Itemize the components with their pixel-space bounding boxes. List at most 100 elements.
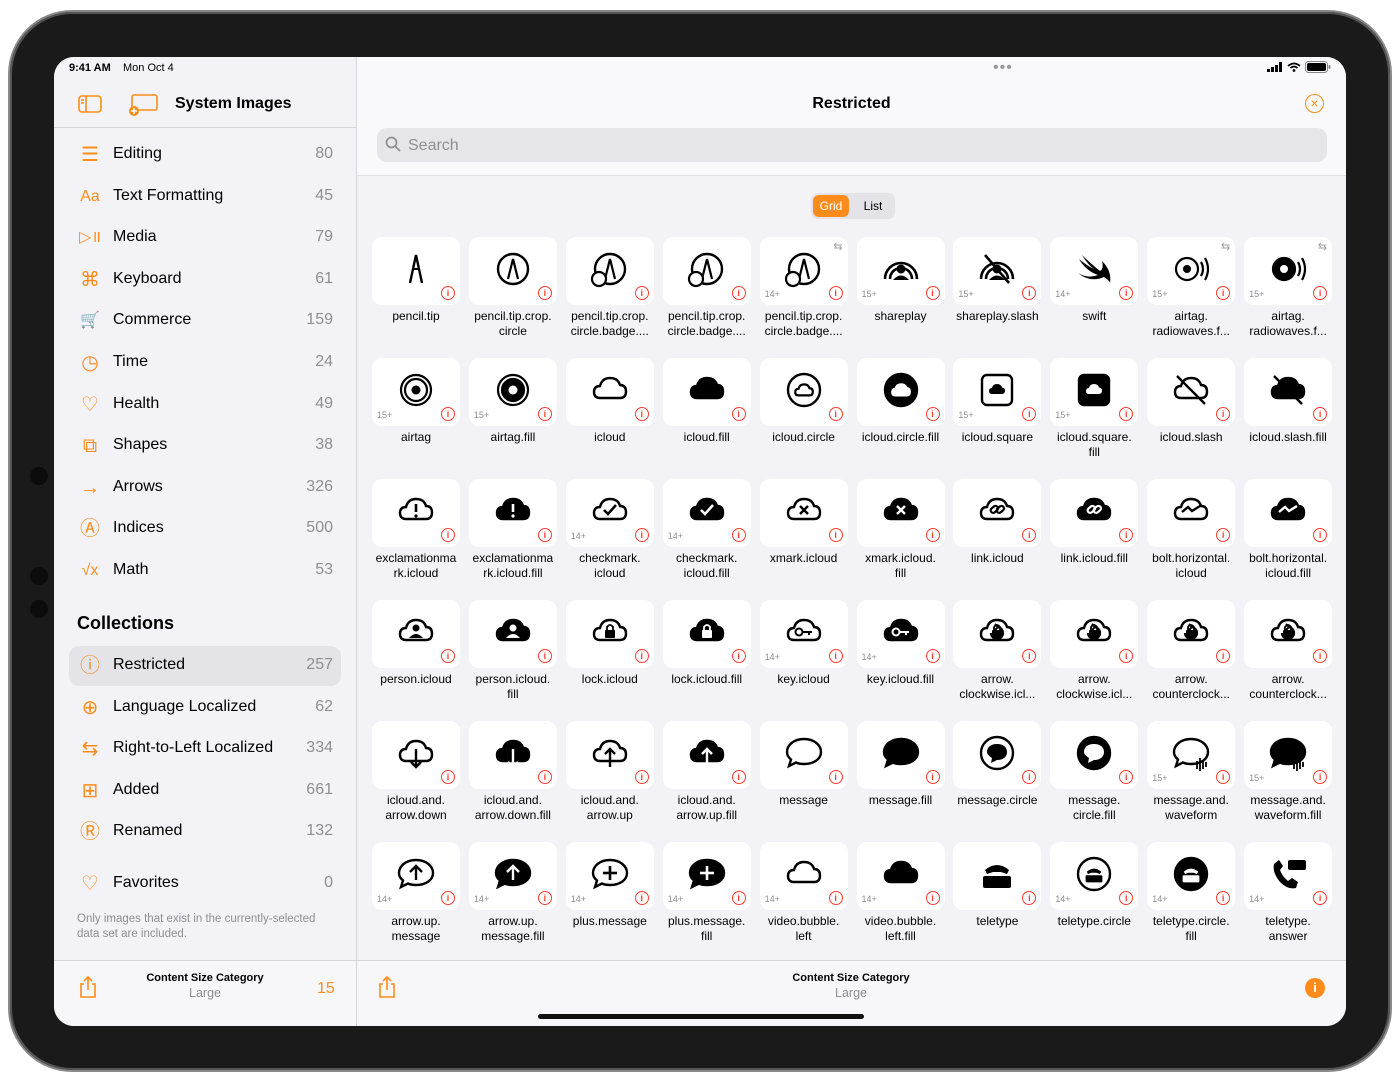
sidebar-item-text-formatting[interactable]: Aa Text Formatting 45 bbox=[69, 177, 341, 217]
restricted-info-icon[interactable]: i bbox=[1216, 407, 1231, 421]
symbol-card[interactable]: 14+ i bbox=[1244, 842, 1333, 910]
symbol-card[interactable]: 14+ i bbox=[565, 842, 654, 910]
symbol-tile[interactable]: 14+ ⇆ i pencil.tip.crop. circle.badge.... bbox=[759, 237, 850, 352]
symbol-tile[interactable]: i person.icloud bbox=[372, 600, 462, 715]
restricted-info-icon[interactable]: i bbox=[925, 407, 940, 421]
symbol-tile[interactable]: i arrow. clockwise.icl... bbox=[953, 600, 1043, 715]
symbol-card[interactable]: i bbox=[662, 237, 751, 305]
sidebar-item-math[interactable]: √x Math 53 bbox=[69, 551, 341, 591]
symbol-tile[interactable]: i message bbox=[759, 721, 850, 836]
symbol-tile[interactable]: i xmark.icloud. fill bbox=[856, 479, 947, 594]
symbol-tile[interactable]: 14+ i teletype. answer bbox=[1244, 842, 1334, 957]
symbol-tile[interactable]: 14+ i video.bubble. left bbox=[759, 842, 850, 957]
symbol-card[interactable]: 14+ ⇆ i bbox=[759, 237, 848, 305]
symbol-tile[interactable]: i message.circle bbox=[953, 721, 1043, 836]
symbol-card[interactable]: i bbox=[759, 358, 848, 426]
symbol-card[interactable]: i bbox=[1147, 358, 1236, 426]
symbol-tile[interactable]: 14+ i swift bbox=[1050, 237, 1140, 352]
symbol-card[interactable]: i bbox=[372, 600, 460, 668]
symbol-card[interactable]: 14+ i bbox=[662, 842, 751, 910]
symbol-card[interactable]: 15+ i bbox=[372, 358, 460, 426]
symbol-card[interactable]: i bbox=[953, 842, 1042, 910]
symbol-tile[interactable]: i pencil.tip.crop. circle bbox=[468, 237, 559, 352]
restricted-info-icon[interactable]: i bbox=[441, 649, 455, 663]
symbol-card[interactable]: i bbox=[468, 479, 557, 547]
restricted-info-icon[interactable]: i bbox=[925, 891, 940, 905]
sidebar-item-indices[interactable]: Ⓐ Indices 500 bbox=[69, 509, 341, 549]
restricted-info-icon[interactable]: i bbox=[828, 891, 843, 905]
symbol-card[interactable]: i bbox=[468, 600, 557, 668]
symbol-card[interactable]: i bbox=[856, 721, 945, 789]
symbol-tile[interactable]: i icloud.circle bbox=[759, 358, 850, 473]
restricted-info-icon[interactable]: i bbox=[1022, 528, 1037, 542]
symbol-card[interactable]: 15+ ⇆ i bbox=[1244, 237, 1333, 305]
symbol-tile[interactable]: 15+ i message.and. waveform bbox=[1147, 721, 1237, 836]
restricted-info-icon[interactable]: i bbox=[828, 528, 843, 542]
symbol-card[interactable]: i bbox=[1244, 358, 1333, 426]
symbol-card[interactable]: i bbox=[759, 479, 848, 547]
restricted-info-icon[interactable]: i bbox=[1313, 891, 1328, 905]
multitasking-dots-icon[interactable]: ••• bbox=[993, 60, 1013, 76]
restricted-info-icon[interactable]: i bbox=[1119, 891, 1134, 905]
restricted-info-icon[interactable]: i bbox=[731, 528, 746, 542]
restricted-info-icon[interactable]: i bbox=[828, 407, 843, 421]
symbol-tile[interactable]: i icloud bbox=[565, 358, 656, 473]
sidebar-item-right-to-left-localized[interactable]: ⇆ Right-to-Left Localized 334 bbox=[69, 729, 341, 769]
symbol-tile[interactable]: i person.icloud. fill bbox=[468, 600, 559, 715]
symbol-tile[interactable]: 14+ i key.icloud.fill bbox=[856, 600, 947, 715]
symbol-card[interactable]: 15+ i bbox=[953, 237, 1042, 305]
restricted-info-icon[interactable]: i bbox=[441, 407, 455, 421]
restricted-info-icon[interactable]: i bbox=[537, 286, 552, 300]
symbol-card[interactable]: i bbox=[856, 479, 945, 547]
restricted-info-icon[interactable]: i bbox=[731, 649, 746, 663]
restricted-info-icon[interactable]: i bbox=[1216, 528, 1231, 542]
symbol-card[interactable]: 15+ i bbox=[856, 237, 945, 305]
sidebar-item-shapes[interactable]: ⧉ Shapes 38 bbox=[69, 426, 341, 466]
symbol-tile[interactable]: i link.icloud bbox=[953, 479, 1043, 594]
symbol-card[interactable]: i bbox=[1244, 600, 1333, 668]
symbol-card[interactable]: i bbox=[565, 600, 654, 668]
restricted-info-icon[interactable]: i bbox=[1313, 770, 1328, 784]
symbol-tile[interactable]: i pencil.tip.crop. circle.badge.... bbox=[662, 237, 753, 352]
symbol-tile[interactable]: 15+ i airtag.fill bbox=[468, 358, 559, 473]
symbol-tile[interactable]: 15+ i airtag bbox=[372, 358, 462, 473]
symbol-tile[interactable]: i exclamationma rk.icloud bbox=[372, 479, 462, 594]
symbol-tile[interactable]: 14+ i video.bubble. left.fill bbox=[856, 842, 947, 957]
restricted-info-icon[interactable]: i bbox=[441, 528, 455, 542]
restricted-info-icon[interactable]: i bbox=[731, 407, 746, 421]
symbol-card[interactable]: i bbox=[1147, 479, 1236, 547]
symbol-card[interactable]: i bbox=[1050, 600, 1139, 668]
restricted-info-icon[interactable]: i bbox=[634, 649, 649, 663]
symbol-tile[interactable]: 14+ i arrow.up. message bbox=[372, 842, 462, 957]
view-mode-segmented-control[interactable]: Grid List bbox=[811, 193, 895, 219]
restricted-info-icon[interactable]: i bbox=[634, 286, 649, 300]
search-bar[interactable] bbox=[377, 128, 1327, 164]
restricted-info-icon[interactable]: i bbox=[537, 770, 552, 784]
restricted-info-icon[interactable]: i bbox=[537, 528, 552, 542]
restricted-info-icon[interactable]: i bbox=[537, 649, 552, 663]
restricted-info-icon[interactable]: i bbox=[1022, 407, 1037, 421]
restricted-info-icon[interactable]: i bbox=[1216, 649, 1231, 663]
symbol-tile[interactable]: i xmark.icloud bbox=[759, 479, 850, 594]
symbol-tile[interactable]: i lock.icloud bbox=[565, 600, 656, 715]
symbol-card[interactable]: i bbox=[468, 237, 557, 305]
symbol-tile[interactable]: i lock.icloud.fill bbox=[662, 600, 753, 715]
symbol-tile[interactable]: i icloud.and. arrow.up bbox=[565, 721, 656, 836]
symbol-card[interactable]: i bbox=[1050, 479, 1139, 547]
symbol-tile[interactable]: 15+ i message.and. waveform.fill bbox=[1244, 721, 1334, 836]
sidebar-item-favorites[interactable]: ♡ Favorites 0 bbox=[69, 864, 341, 904]
restricted-info-icon[interactable]: i bbox=[1216, 891, 1231, 905]
symbol-card[interactable]: 14+ i bbox=[662, 479, 751, 547]
restricted-info-icon[interactable]: i bbox=[1119, 649, 1134, 663]
restricted-info-icon[interactable]: i bbox=[731, 286, 746, 300]
symbol-card[interactable]: i bbox=[372, 479, 460, 547]
restricted-info-icon[interactable]: i bbox=[925, 649, 940, 663]
sidebar-item-added[interactable]: ⊞ Added 661 bbox=[69, 771, 341, 811]
symbol-card[interactable]: i bbox=[856, 358, 945, 426]
symbol-tile[interactable]: i bolt.horizontal. icloud bbox=[1147, 479, 1237, 594]
sidebar-item-arrows[interactable]: → Arrows 326 bbox=[69, 468, 341, 508]
restricted-info-icon[interactable]: i bbox=[634, 770, 649, 784]
symbol-tile[interactable]: 15+ ⇆ i airtag. radiowaves.f... bbox=[1244, 237, 1334, 352]
restricted-info-icon[interactable]: i bbox=[1313, 286, 1328, 300]
symbol-tile[interactable]: i icloud.slash.fill bbox=[1244, 358, 1334, 473]
